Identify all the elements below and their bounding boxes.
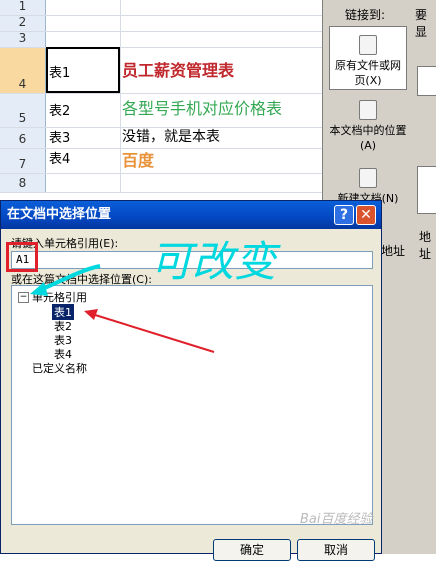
cyan-arrow <box>30 264 101 296</box>
watermark: Bai百度经验 <box>300 512 373 527</box>
annotation-arrows <box>30 264 215 353</box>
red-arrow <box>84 309 215 353</box>
